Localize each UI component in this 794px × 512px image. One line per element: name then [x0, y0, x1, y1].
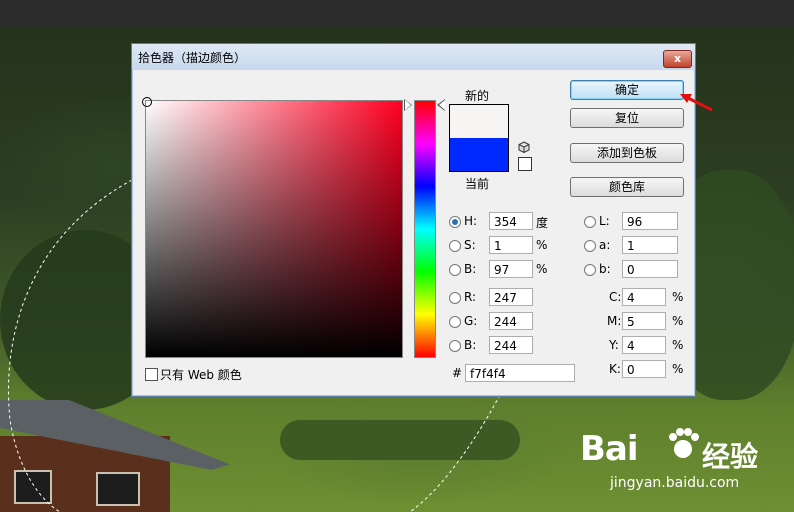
- radio-blue[interactable]: [449, 340, 461, 352]
- color-field[interactable]: [142, 97, 403, 358]
- c-field[interactable]: 4: [622, 288, 666, 306]
- l-field[interactable]: 96: [622, 212, 678, 230]
- color-picker-dialog: 拾色器（描边颜色） x 新的 当前 确定 复位 添加到色板 颜色库 H: 354…: [131, 43, 696, 397]
- radio-r[interactable]: [449, 292, 461, 304]
- h-label: H:: [464, 214, 478, 228]
- color-libraries-button[interactable]: 颜色库: [570, 177, 684, 197]
- m-field[interactable]: 5: [622, 312, 666, 330]
- y-field[interactable]: 4: [622, 336, 666, 354]
- g-label: G:: [464, 314, 478, 328]
- b-unit: %: [536, 262, 548, 276]
- lab-b-field[interactable]: 0: [622, 260, 678, 278]
- websafe-swatch[interactable]: [518, 157, 532, 171]
- radio-l[interactable]: [584, 216, 596, 228]
- h-unit: 度: [536, 216, 549, 230]
- web-only-checkbox[interactable]: [145, 368, 158, 381]
- a-label: a:: [599, 238, 611, 252]
- radio-s[interactable]: [449, 240, 461, 252]
- photo-house: [0, 400, 230, 512]
- s-field[interactable]: 1: [489, 236, 533, 254]
- radio-b[interactable]: [449, 264, 461, 276]
- house-window: [14, 470, 52, 504]
- app-top-bar: [0, 0, 794, 28]
- add-to-swatches-button[interactable]: 添加到色板: [570, 143, 684, 163]
- c-label: C:: [609, 290, 622, 304]
- close-button[interactable]: x: [663, 50, 692, 68]
- hue-slider-left-arrow-fill[interactable]: [405, 100, 411, 110]
- current-color-label: 当前: [465, 177, 490, 191]
- r-label: R:: [464, 290, 477, 304]
- color-field-cursor[interactable]: [142, 97, 152, 107]
- h-field[interactable]: 354: [489, 212, 533, 230]
- b-label: B:: [464, 262, 477, 276]
- hue-slider[interactable]: [414, 100, 436, 358]
- photo-hedge: [280, 420, 520, 460]
- blue-label: B:: [464, 338, 477, 352]
- hue-slider-right-arrow-fill[interactable]: [439, 100, 445, 110]
- c-unit: %: [672, 290, 684, 304]
- k-label: K:: [609, 362, 621, 376]
- radio-lab-b[interactable]: [584, 264, 596, 276]
- color-comparison-swatch: [449, 104, 509, 172]
- hex-field[interactable]: f7f4f4: [465, 364, 575, 382]
- y-unit: %: [672, 338, 684, 352]
- web-only-label: 只有 Web 颜色: [160, 368, 242, 382]
- new-color-label: 新的: [465, 89, 490, 103]
- new-color-swatch: [450, 105, 508, 138]
- radio-a[interactable]: [584, 240, 596, 252]
- m-unit: %: [672, 314, 684, 328]
- blue-field[interactable]: 244: [489, 336, 533, 354]
- dialog-titlebar[interactable]: 拾色器（描边颜色） x: [132, 44, 695, 70]
- paw-icon: [669, 428, 699, 458]
- l-label: L:: [599, 214, 610, 228]
- current-color-swatch[interactable]: [450, 138, 508, 171]
- s-label: S:: [464, 238, 476, 252]
- watermark-brand: Bai: [580, 429, 639, 469]
- dialog-title: 拾色器（描边颜色）: [138, 51, 247, 65]
- ok-button[interactable]: 确定: [570, 80, 684, 100]
- baidu-watermark: Bai 经验 jingyan.baidu.com: [580, 425, 780, 495]
- radio-h[interactable]: [449, 216, 461, 228]
- r-field[interactable]: 247: [489, 288, 533, 306]
- red-arrow-icon: [680, 94, 713, 112]
- y-label: Y:: [609, 338, 619, 352]
- g-field[interactable]: 244: [489, 312, 533, 330]
- close-icon: x: [673, 52, 682, 65]
- m-label: M:: [607, 314, 622, 328]
- b-field[interactable]: 97: [489, 260, 533, 278]
- a-field[interactable]: 1: [622, 236, 678, 254]
- cube-icon[interactable]: [518, 141, 530, 153]
- hex-label: #: [452, 366, 463, 380]
- watermark-url: jingyan.baidu.com: [610, 475, 740, 491]
- house-window: [96, 472, 140, 506]
- s-unit: %: [536, 238, 548, 252]
- k-unit: %: [672, 362, 684, 376]
- k-field[interactable]: 0: [622, 360, 666, 378]
- reset-button[interactable]: 复位: [570, 108, 684, 128]
- lab-b-label: b:: [599, 262, 611, 276]
- radio-g[interactable]: [449, 316, 461, 328]
- watermark-brand-cn: 经验: [702, 440, 759, 473]
